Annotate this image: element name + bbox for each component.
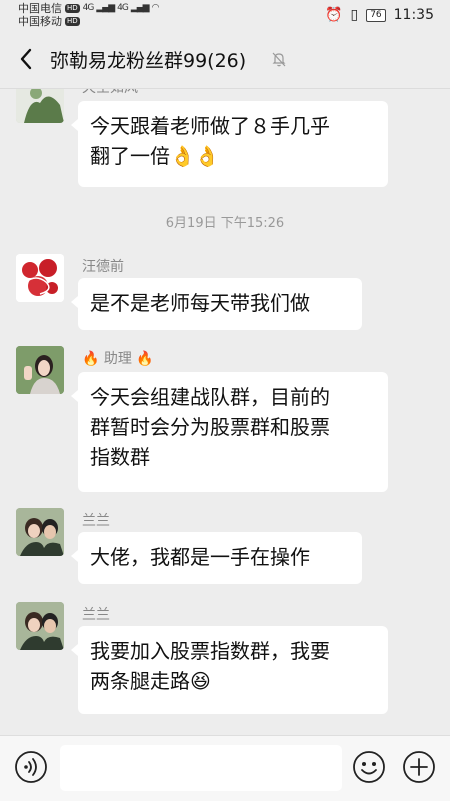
message-line: 大佬，我都是一手在操作	[90, 545, 310, 569]
signal-icon-1: ▂▄▆	[96, 3, 115, 13]
wifi-icon: ◠	[151, 3, 160, 13]
avatar[interactable]	[16, 89, 64, 123]
avatar-image	[16, 508, 64, 556]
avatar-image	[16, 602, 64, 650]
message-bubble[interactable]: 今天跟着老师做了８手几乎 翻了一倍👌👌	[71, 101, 388, 187]
avatar[interactable]	[16, 254, 64, 302]
ok-hand-icon: 👌👌	[170, 144, 220, 168]
sender-name-group: 🔥 助理 🔥	[82, 348, 154, 368]
clock: 11:35	[393, 7, 434, 23]
emoji-icon[interactable]	[352, 750, 386, 784]
avatar-image	[16, 89, 64, 123]
alarm-icon: ⏰	[325, 7, 343, 23]
message-line: 群暂时会分为股票群和股票	[90, 415, 330, 439]
message-line: 今天会组建战队群，目前的	[90, 385, 330, 409]
message-bubble[interactable]: 大佬，我都是一手在操作	[71, 532, 362, 584]
avatar[interactable]	[16, 508, 64, 556]
avatar[interactable]	[16, 346, 64, 394]
network-2: 4G	[117, 3, 129, 13]
timestamp: 6月19日 下午15:26	[165, 216, 285, 231]
avatar[interactable]	[16, 602, 64, 650]
message-bubble[interactable]: 是不是老师每天带我们做	[71, 278, 362, 330]
sender-name: 助理	[103, 351, 132, 367]
voice-icon[interactable]	[14, 750, 48, 784]
vibrate-icon: ▯	[350, 7, 359, 23]
status-bar: 中国电信 HD 4G ▂▄▆ 4G ▂▄▆ ◠ 中国移动 HD ⏰ ▯ 76 1…	[0, 0, 450, 30]
sender-name: 兰兰	[82, 513, 110, 529]
hd-badge-2: HD	[65, 17, 80, 26]
bell-off-icon	[272, 52, 286, 67]
hd-badge-1: HD	[65, 4, 80, 13]
message-line: 是不是老师每天带我们做	[90, 291, 310, 315]
input-bar	[0, 735, 450, 801]
chevron-left-icon[interactable]	[14, 44, 40, 74]
sender-name: 汪德前	[82, 259, 124, 275]
signal-icon-2: ▂▄▆	[130, 3, 150, 13]
fire-icon: 🔥	[82, 351, 100, 367]
avatar-image	[16, 346, 64, 394]
message-line: 两条腿走路	[90, 669, 190, 693]
plus-icon[interactable]	[402, 750, 436, 784]
message-bubble[interactable]: 我要加入股票指数群，我要 两条腿走路😆	[71, 626, 388, 714]
avatar-image	[16, 254, 64, 302]
message-line-with-emoji: 翻了一倍👌👌	[90, 141, 376, 171]
grinning-face-icon: 😆	[190, 669, 211, 693]
sender-name: 兰兰	[82, 607, 110, 623]
battery-level: 76	[366, 8, 386, 22]
message-line: 翻了一倍	[90, 144, 170, 168]
message-line: 指数群	[90, 445, 150, 469]
message-line-with-emoji: 两条腿走路😆	[90, 666, 376, 696]
message-bubble[interactable]: 今天会组建战队群，目前的 群暂时会分为股票群和股票 指数群	[71, 372, 388, 492]
sender-name: 天空如风	[82, 89, 138, 97]
message-line: 今天跟着老师做了８手几乎	[90, 114, 330, 138]
carrier-2: 中国移动	[18, 15, 62, 28]
chat-header: 弥勒易龙粉丝群99(26)	[0, 30, 450, 89]
message-input[interactable]	[60, 745, 342, 791]
carrier-info: 中国电信 HD 4G ▂▄▆ 4G ▂▄▆ ◠ 中国移动 HD	[18, 2, 160, 28]
carrier-1: 中国电信	[18, 2, 62, 15]
chat-messages[interactable]: 天空如风 今天跟着老师做了８手几乎 翻了一倍👌👌 6月19日 下午15:26 汪…	[0, 89, 450, 735]
network-1: 4G	[82, 3, 95, 13]
fire-icon: 🔥	[136, 351, 154, 367]
chat-title: 弥勒易龙粉丝群99(26)	[50, 50, 247, 72]
message-line: 我要加入股票指数群，我要	[90, 639, 330, 663]
